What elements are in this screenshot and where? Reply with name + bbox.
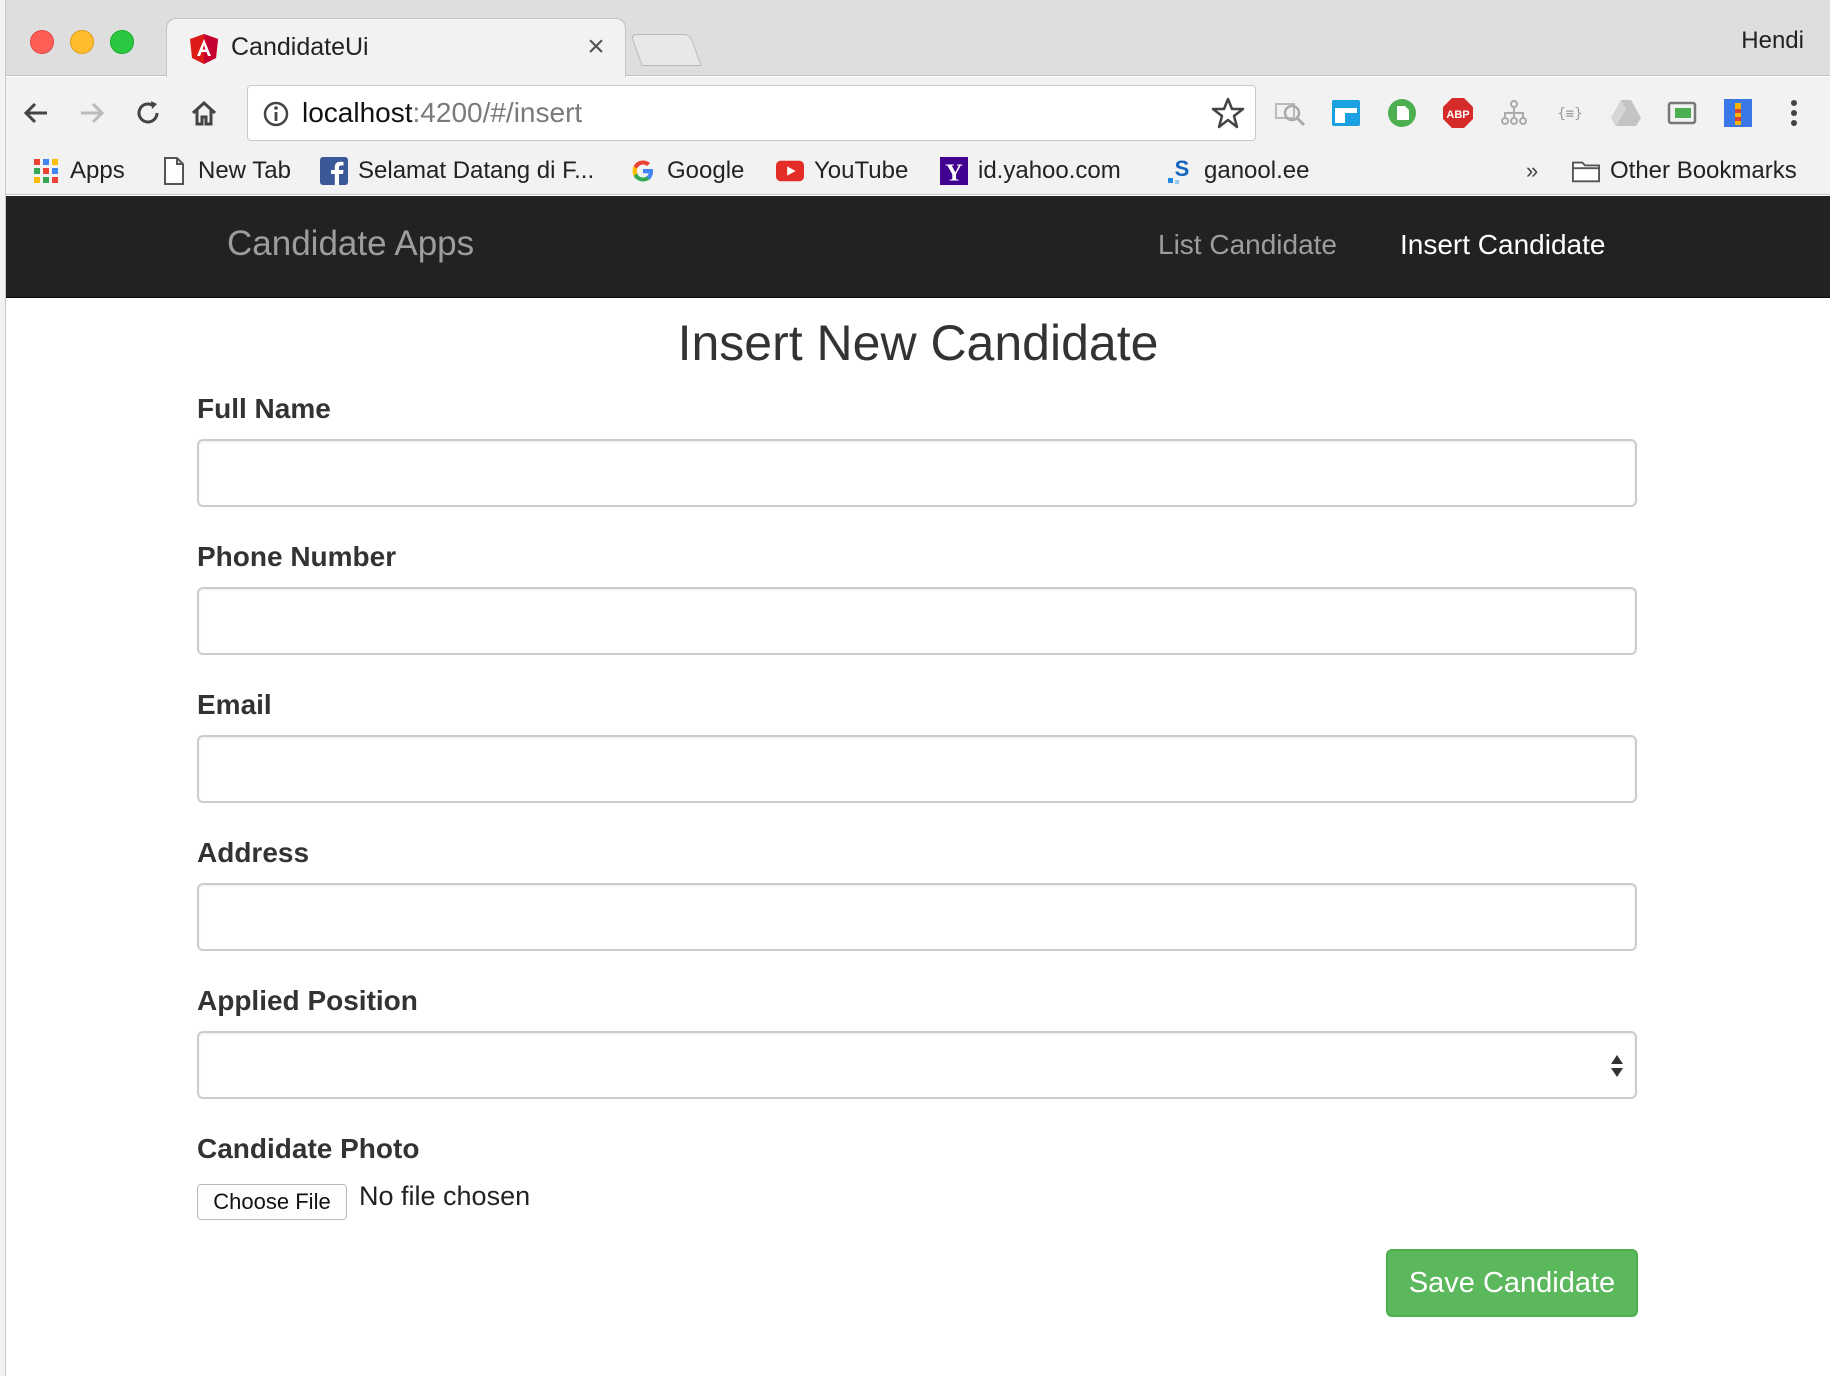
bookmark-label: YouTube	[814, 157, 909, 184]
email-label: Email	[197, 689, 272, 720]
url-host: localhost	[302, 97, 413, 128]
save-candidate-button[interactable]: Save Candidate	[1386, 1249, 1638, 1317]
menu-kebab-icon[interactable]	[1774, 93, 1814, 133]
bookmark-google[interactable]: Google	[629, 153, 744, 189]
bookmark-label: Selamat Datang di F...	[358, 157, 595, 184]
lighthouse-icon[interactable]	[1718, 93, 1758, 133]
close-window-button[interactable]	[30, 30, 54, 54]
sitemap-icon[interactable]	[1494, 93, 1534, 133]
forward-button[interactable]	[72, 93, 112, 133]
bookmark-label: ganool.ee	[1204, 157, 1310, 184]
reload-icon	[137, 101, 159, 124]
json-formatter-icon[interactable]: {≡}	[1550, 93, 1590, 133]
url-text: localhost:4200/#/insert	[302, 97, 582, 129]
address-bar[interactable]: localhost:4200/#/insert	[247, 85, 1256, 141]
other-bookmarks-folder[interactable]: Other Bookmarks	[1572, 153, 1797, 189]
arrow-right-icon	[81, 102, 105, 124]
page-icon	[160, 157, 188, 185]
adblock-plus-icon[interactable]: ABP	[1438, 93, 1478, 133]
applied-position-select[interactable]	[197, 1031, 1637, 1099]
svg-text:Y: Y	[945, 159, 963, 186]
arrow-left-icon	[23, 102, 47, 124]
address-input[interactable]	[197, 883, 1637, 951]
applied-position-label: Applied Position	[197, 985, 418, 1016]
select-arrows-icon	[1611, 1055, 1623, 1077]
page-title: Insert New Candidate	[677, 315, 1159, 371]
cast-icon[interactable]	[1662, 93, 1702, 133]
youtube-icon	[776, 157, 804, 185]
tab-title: CandidateUi	[231, 33, 369, 61]
apps-grid-icon	[32, 157, 60, 185]
info-icon[interactable]	[262, 100, 290, 128]
bookmark-label: Other Bookmarks	[1610, 157, 1797, 184]
bookmarks-overflow-icon[interactable]: »	[1526, 153, 1538, 189]
search-extension-icon[interactable]	[1270, 93, 1310, 133]
bookmark-new-tab[interactable]: New Tab	[160, 153, 291, 189]
nav-insert-candidate[interactable]: Insert Candidate	[1400, 229, 1605, 261]
choose-file-button[interactable]: Choose File	[197, 1184, 347, 1220]
bookmark-star-icon[interactable]	[1211, 96, 1245, 130]
url-path: :4200/#/insert	[412, 97, 583, 128]
bookmark-facebook[interactable]: Selamat Datang di F...	[320, 153, 594, 189]
home-icon	[191, 100, 217, 126]
reload-button[interactable]	[128, 93, 168, 133]
bookmark-label: Google	[667, 157, 745, 184]
yahoo-icon: Y	[940, 157, 968, 186]
email-input[interactable]	[197, 735, 1637, 803]
profile-name[interactable]: Hendi	[1741, 27, 1804, 55]
file-status-text: No file chosen	[359, 1181, 531, 1211]
maximize-window-button[interactable]	[110, 30, 134, 54]
ganool-icon: S	[1166, 156, 1194, 185]
evernote-icon[interactable]	[1382, 93, 1422, 133]
new-tab-button[interactable]	[630, 34, 702, 66]
phone-number-label: Phone Number	[197, 541, 397, 572]
home-button[interactable]	[184, 93, 224, 133]
google-icon	[629, 157, 657, 185]
folder-icon	[1572, 157, 1600, 185]
title-bar: CandidateUi × Hendi	[6, 0, 1830, 77]
nav-list-candidate[interactable]: List Candidate	[1158, 229, 1337, 261]
navbar-brand[interactable]: Candidate Apps	[227, 224, 474, 264]
bookmark-label: Apps	[70, 157, 125, 184]
app-navbar: Candidate Apps List Candidate Insert Can…	[6, 196, 1830, 298]
full-name-input[interactable]	[197, 439, 1637, 507]
active-tab[interactable]: CandidateUi ×	[166, 18, 626, 77]
svg-text:{≡}: {≡}	[1557, 106, 1582, 122]
back-button[interactable]	[16, 93, 56, 133]
facebook-icon	[320, 157, 348, 185]
svg-text:S: S	[1175, 156, 1190, 181]
address-label: Address	[197, 837, 310, 868]
tab-close-icon[interactable]: ×	[581, 29, 611, 65]
bookmark-label: New Tab	[198, 157, 291, 184]
angular-icon	[190, 34, 218, 64]
bookmark-apps[interactable]: Apps	[32, 153, 125, 189]
phone-number-input[interactable]	[197, 587, 1637, 655]
bookmarks-bar: Apps New Tab Selamat Datang di F... Goog…	[6, 149, 1830, 195]
full-name-label: Full Name	[197, 393, 331, 424]
bookmark-label: id.yahoo.com	[978, 157, 1121, 184]
window-extension-icon[interactable]	[1326, 93, 1366, 133]
svg-text:ABP: ABP	[1446, 109, 1469, 121]
google-drive-icon[interactable]	[1606, 93, 1646, 133]
bookmark-yahoo[interactable]: Y id.yahoo.com	[940, 153, 1121, 189]
bookmark-ganool[interactable]: S ganool.ee	[1166, 153, 1309, 189]
browser-window: CandidateUi × Hendi localhost:4200/#/ins…	[6, 0, 1830, 1376]
minimize-window-button[interactable]	[70, 30, 94, 54]
bookmark-youtube[interactable]: YouTube	[776, 153, 908, 189]
candidate-photo-label: Candidate Photo	[197, 1133, 420, 1164]
browser-toolbar: localhost:4200/#/insert ABP {≡}	[6, 77, 1830, 149]
